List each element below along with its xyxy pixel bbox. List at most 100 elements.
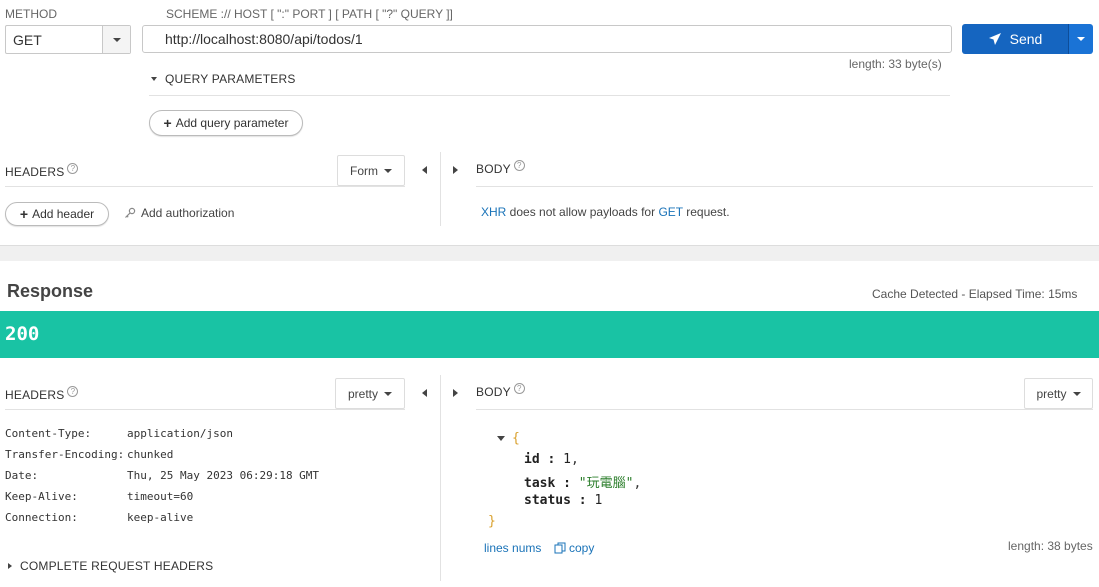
- json-sep: ,: [570, 452, 579, 467]
- copy-button[interactable]: copy: [554, 541, 594, 555]
- add-header-label: Add header: [32, 207, 95, 221]
- url-format-label: SCHEME :// HOST [ ":" PORT ] [ PATH [ "?…: [166, 7, 453, 21]
- send-label: Send: [1009, 31, 1043, 47]
- body-msg-text: does not allow payloads for: [506, 205, 659, 219]
- header-name: Content-Type:: [5, 427, 92, 440]
- divider: [476, 409, 1093, 410]
- json-open-brace: {: [512, 431, 520, 446]
- add-query-label: Add query parameter: [175, 116, 289, 130]
- response-headers-label: HEADERS?: [5, 386, 79, 402]
- help-icon[interactable]: ?: [513, 160, 525, 171]
- expand-right-icon[interactable]: [453, 166, 458, 174]
- divider: [476, 186, 1093, 187]
- body-text: BODY: [476, 385, 511, 399]
- method-value: GET: [13, 32, 42, 48]
- header-name: Date:: [5, 469, 39, 482]
- chevron-down-icon: [1077, 37, 1085, 41]
- json-key: id: [524, 452, 540, 467]
- headers-mode-label: pretty: [347, 386, 378, 401]
- caret-down-icon: [151, 77, 157, 81]
- plus-icon: +: [163, 115, 172, 131]
- header-name: Transfer-Encoding:: [5, 448, 125, 461]
- body-text: BODY: [476, 162, 511, 176]
- caret-right-icon: [8, 563, 12, 569]
- add-authorization-button[interactable]: Add authorization: [124, 206, 234, 220]
- send-button[interactable]: Send: [962, 24, 1068, 54]
- header-value: application/json: [127, 427, 233, 440]
- header-name: Keep-Alive:: [5, 490, 78, 503]
- chevron-down-icon: [112, 37, 121, 42]
- divider: [149, 95, 950, 96]
- xhr-link[interactable]: XHR: [481, 205, 506, 219]
- request-headers-label: HEADERS?: [5, 163, 79, 179]
- copy-label: copy: [569, 541, 595, 555]
- header-value: keep-alive: [127, 511, 194, 524]
- json-field: status : 1: [524, 493, 603, 508]
- expand-right-icon[interactable]: [453, 389, 458, 397]
- method-select[interactable]: GET: [5, 25, 131, 54]
- body-pretty-dropdown[interactable]: pretty: [1024, 378, 1093, 409]
- plus-icon: +: [19, 206, 29, 222]
- help-icon[interactable]: ?: [513, 383, 525, 394]
- url-input[interactable]: http://localhost:8080/api/todos/1: [142, 25, 952, 53]
- response-body-label: BODY?: [476, 383, 525, 399]
- headers-pretty-dropdown[interactable]: pretty: [335, 378, 405, 409]
- header-row: Keep-Alive: timeout=60: [5, 490, 193, 503]
- help-icon[interactable]: ?: [67, 163, 79, 174]
- json-value: 1: [563, 452, 571, 467]
- lines-nums-toggle[interactable]: lines nums: [484, 541, 541, 555]
- headers-form-dropdown[interactable]: Form: [337, 155, 405, 186]
- form-label: Form: [350, 163, 378, 178]
- request-length: length: 33 byte(s): [849, 57, 942, 71]
- panel-divider: [440, 152, 441, 226]
- section-separator: [0, 245, 1099, 261]
- json-field: task : "玩電腦",: [524, 476, 642, 491]
- collapse-caret-icon[interactable]: [497, 436, 505, 441]
- get-link[interactable]: GET: [658, 205, 682, 219]
- query-params-label: QUERY PARAMETERS: [165, 72, 296, 86]
- status-bar: [0, 311, 1099, 358]
- add-query-parameter-button[interactable]: + Add query parameter: [149, 110, 303, 136]
- header-value: Thu, 25 May 2023 06:29:18 GMT: [127, 469, 320, 482]
- header-row: Transfer-Encoding: chunked: [5, 448, 173, 461]
- request-body-label: BODY?: [476, 160, 525, 176]
- cache-elapsed-text: Cache Detected - Elapsed Time: 15ms: [872, 287, 1078, 301]
- method-label: METHOD: [5, 7, 57, 21]
- help-icon[interactable]: ?: [67, 386, 79, 397]
- query-params-toggle[interactable]: QUERY PARAMETERS: [151, 72, 296, 86]
- json-key: task: [524, 476, 556, 491]
- collapse-left-icon[interactable]: [422, 389, 427, 397]
- header-row: Date: Thu, 25 May 2023 06:29:18 GMT: [5, 469, 319, 482]
- json-open-line[interactable]: {: [497, 431, 520, 446]
- json-value: 1: [594, 493, 603, 508]
- divider: [5, 409, 405, 410]
- method-dropdown-button[interactable]: [102, 26, 130, 53]
- json-close-brace: }: [488, 514, 496, 529]
- copy-icon: [554, 542, 566, 554]
- status-code: 200: [5, 323, 40, 345]
- body-mode-label: pretty: [1036, 386, 1067, 401]
- collapse-left-icon[interactable]: [422, 166, 427, 174]
- body-msg-end: request.: [682, 205, 730, 219]
- key-icon: [125, 207, 136, 218]
- add-header-button[interactable]: + Add header: [5, 202, 109, 226]
- paper-plane-icon: [988, 33, 1001, 45]
- send-options-button[interactable]: [1068, 24, 1093, 54]
- header-value: chunked: [127, 448, 174, 461]
- json-key: status: [524, 493, 571, 508]
- json-field: id : 1,: [524, 452, 579, 467]
- chevron-down-icon: [384, 391, 392, 396]
- headers-text: HEADERS: [5, 165, 65, 179]
- json-sep: ,: [633, 476, 642, 491]
- panel-divider: [440, 375, 441, 581]
- headers-text: HEADERS: [5, 388, 65, 402]
- body-message: XHR does not allow payloads for GET requ…: [481, 205, 730, 219]
- add-auth-label: Add authorization: [141, 206, 235, 220]
- divider: [5, 186, 405, 187]
- header-value: timeout=60: [127, 490, 194, 503]
- response-title: Response: [7, 281, 94, 301]
- complete-request-headers-toggle[interactable]: COMPLETE REQUEST HEADERS: [8, 559, 213, 573]
- complete-headers-label: COMPLETE REQUEST HEADERS: [20, 559, 214, 573]
- chevron-down-icon: [384, 168, 392, 173]
- chevron-down-icon: [1072, 391, 1081, 396]
